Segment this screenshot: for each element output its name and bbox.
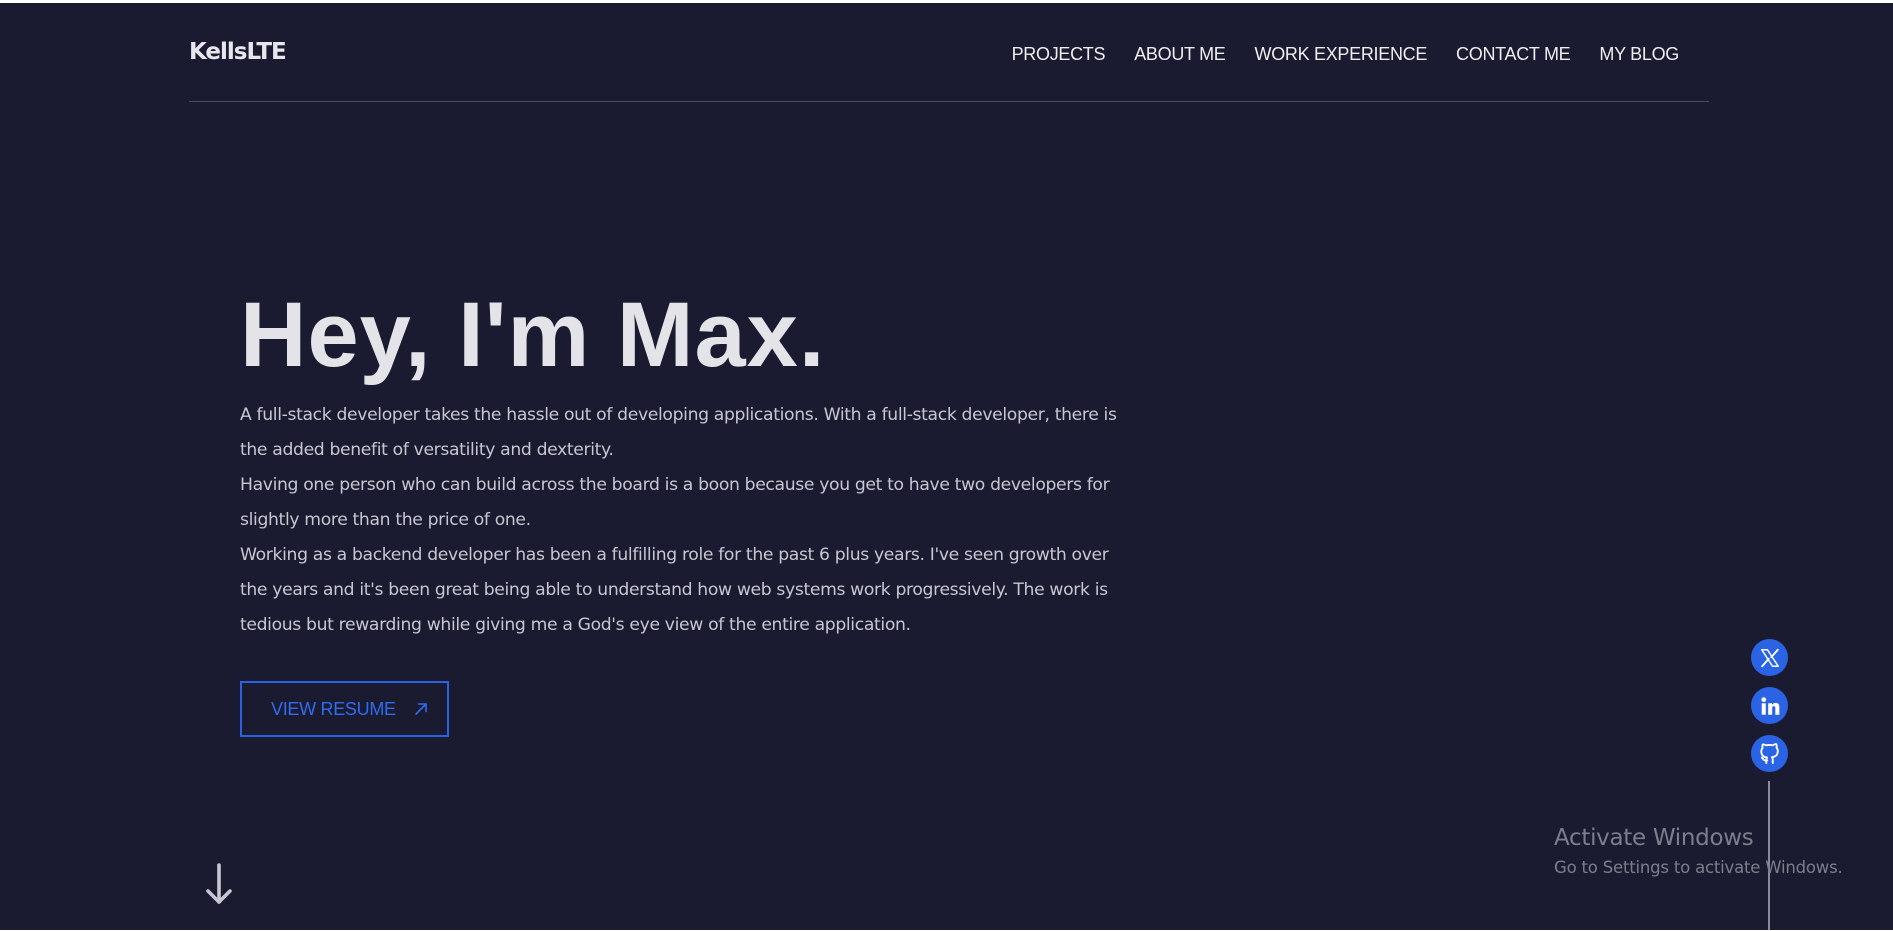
watermark-subtitle: Go to Settings to activate Windows. — [1554, 858, 1843, 877]
nav-contact-me[interactable]: CONTACT ME — [1456, 44, 1571, 65]
nav-about-me[interactable]: ABOUT ME — [1134, 44, 1226, 65]
arrow-down-icon[interactable] — [205, 863, 233, 910]
intro-paragraph: A full-stack developer takes the hassle … — [240, 405, 1117, 460]
portfolio-page: KellsLTE PROJECTS ABOUT ME WORK EXPERIEN… — [0, 3, 1893, 930]
nav-work-experience[interactable]: WORK EXPERIENCE — [1255, 44, 1428, 65]
site-logo[interactable]: KellsLTE — [189, 39, 287, 65]
header-divider — [189, 101, 1709, 102]
main-nav: PROJECTS ABOUT ME WORK EXPERIENCE CONTAC… — [1012, 44, 1680, 65]
social-links — [1751, 639, 1788, 772]
view-resume-button[interactable]: VIEW RESUME — [240, 681, 449, 737]
view-resume-label: VIEW RESUME — [271, 698, 396, 719]
github-icon[interactable] — [1751, 735, 1788, 772]
intro-paragraph: Having one person who can build across t… — [240, 475, 1110, 530]
windows-activation-watermark: Activate Windows Go to Settings to activ… — [1554, 825, 1843, 877]
watermark-title: Activate Windows — [1554, 825, 1754, 851]
x-twitter-icon[interactable] — [1751, 639, 1788, 676]
hero-headline: Hey, I'm Max. — [240, 284, 826, 386]
arrow-up-right-icon — [414, 702, 428, 716]
nav-my-blog[interactable]: MY BLOG — [1599, 44, 1679, 65]
intro-paragraph: Working as a backend developer has been … — [240, 545, 1109, 635]
nav-projects[interactable]: PROJECTS — [1012, 44, 1106, 65]
linkedin-icon[interactable] — [1751, 687, 1788, 724]
hero-intro: A full-stack developer takes the hassle … — [240, 398, 1120, 643]
